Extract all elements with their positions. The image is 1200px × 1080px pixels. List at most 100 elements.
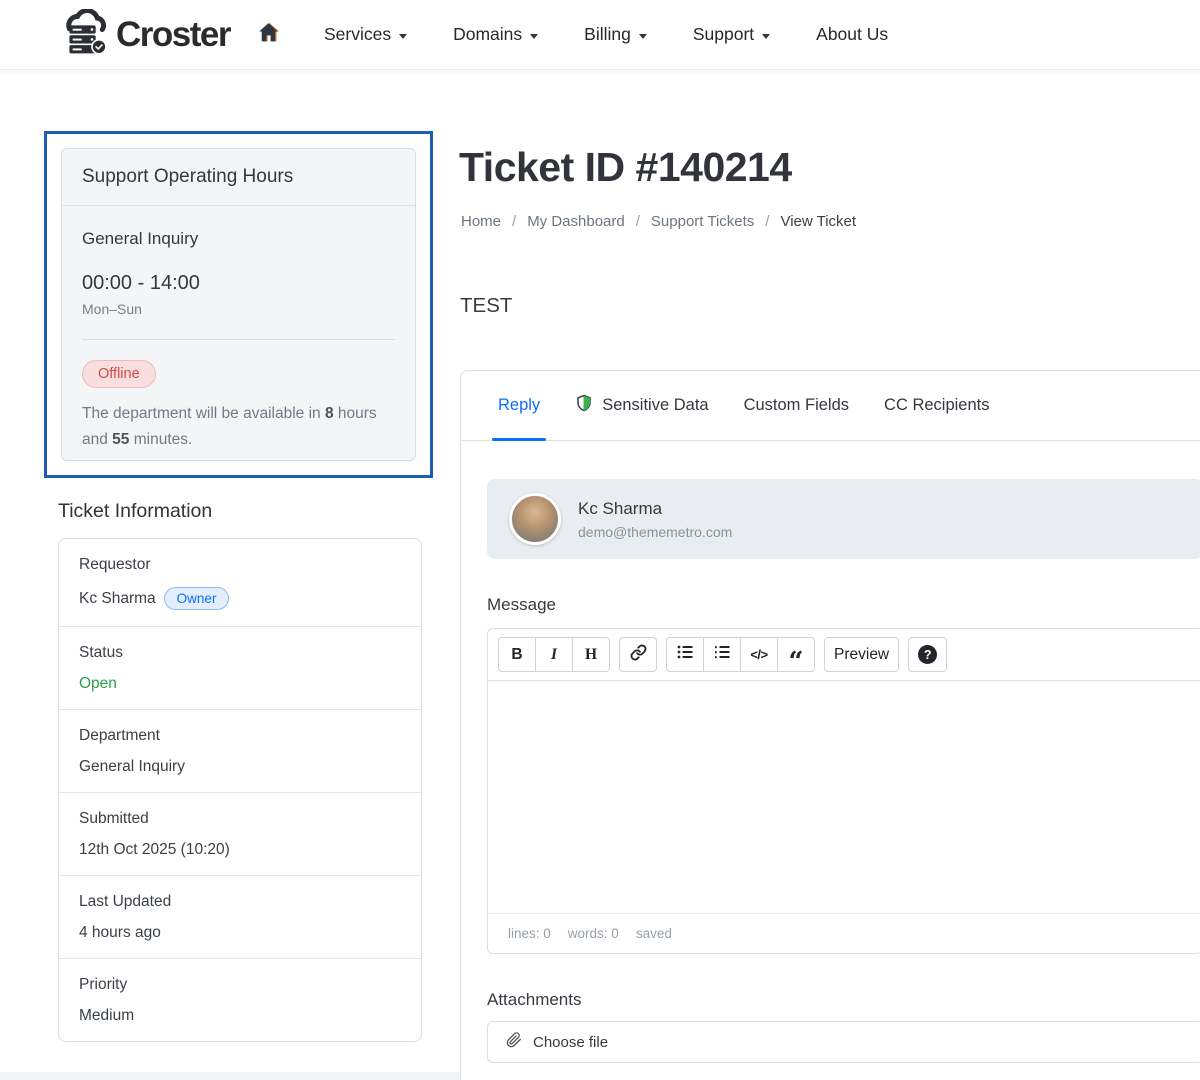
ticket-subject: TEST [460, 294, 512, 318]
nav-item-label: Domains [453, 24, 522, 45]
days-range: Mon–Sun [82, 301, 395, 317]
tab-sensitive-data[interactable]: Sensitive Data [565, 371, 718, 440]
chevron-down-icon [399, 34, 407, 39]
info-label: Status [79, 644, 401, 662]
nav-item-billing[interactable]: Billing [561, 24, 670, 45]
breadcrumb-separator: / [636, 213, 640, 230]
reply-tab-content: Kc Sharma demo@thememetro.com Message B … [461, 441, 1200, 1080]
ticket-reply-card: Reply Sensitive Data Custom Fields CC Re… [460, 370, 1200, 1080]
breadcrumb-support-tickets[interactable]: Support Tickets [651, 213, 754, 230]
info-value: Kc Sharma [79, 590, 156, 608]
info-value: General Inquiry [79, 758, 401, 776]
tab-label: Custom Fields [744, 396, 849, 415]
info-row-status: Status Open [59, 627, 421, 710]
brand-logo[interactable]: Croster [58, 9, 230, 60]
code-button[interactable]: </> [740, 637, 778, 672]
tab-label: Sensitive Data [602, 396, 708, 415]
tab-label: Reply [498, 396, 540, 415]
choose-file-button[interactable]: Choose file [487, 1021, 1200, 1063]
info-label: Requestor [79, 556, 401, 574]
info-label: Last Updated [79, 893, 401, 911]
breadcrumb-view-ticket: View Ticket [780, 213, 856, 230]
breadcrumb-separator: / [765, 213, 769, 230]
message-label: Message [487, 595, 1200, 615]
nav-item-label: Billing [584, 24, 631, 45]
author-email: demo@thememetro.com [578, 524, 732, 540]
help-button[interactable]: ? [908, 637, 947, 672]
availability-minutes: 55 [112, 431, 129, 448]
editor-toolbar: B I H [488, 629, 1200, 681]
heading-button[interactable]: H [572, 637, 610, 672]
nav-item-label: Support [693, 24, 754, 45]
tab-bar: Reply Sensitive Data Custom Fields CC Re… [461, 371, 1200, 441]
author-box: Kc Sharma demo@thememetro.com [487, 479, 1200, 559]
attachments-title: Attachments [487, 990, 1200, 1010]
availability-part: minutes. [129, 431, 192, 448]
chevron-down-icon [530, 34, 538, 39]
nav-item-about-us[interactable]: About Us [793, 24, 911, 45]
offline-status-badge: Offline [82, 360, 156, 388]
brand-name: Croster [116, 15, 230, 55]
link-button[interactable] [619, 637, 657, 672]
nav-item-services[interactable]: Services [301, 24, 430, 45]
ticket-information-title: Ticket Information [58, 500, 212, 523]
availability-part: The department will be available in [82, 405, 325, 422]
tab-custom-fields[interactable]: Custom Fields [734, 371, 859, 440]
ordered-list-icon [714, 644, 730, 665]
info-row-submitted: Submitted 12th Oct 2025 (10:20) [59, 793, 421, 876]
bold-button[interactable]: B [498, 637, 536, 672]
unordered-list-icon [677, 644, 693, 665]
support-hours-panel: Support Operating Hours General Inquiry … [61, 148, 416, 461]
message-editor-container: B I H [487, 628, 1200, 954]
link-icon [630, 644, 647, 666]
italic-button[interactable]: I [535, 637, 573, 672]
divider [82, 339, 395, 340]
author-name: Kc Sharma [578, 499, 732, 519]
chevron-down-icon [762, 34, 770, 39]
shield-icon [575, 393, 593, 418]
info-row-last-updated: Last Updated 4 hours ago [59, 876, 421, 959]
avatar [509, 493, 561, 545]
tab-reply[interactable]: Reply [488, 371, 550, 440]
choose-file-label: Choose file [533, 1034, 608, 1051]
breadcrumb: Home / My Dashboard / Support Tickets / … [461, 213, 856, 230]
nav-item-label: About Us [816, 24, 888, 45]
page: Croster Services Domains Billing [0, 0, 1200, 1080]
info-label: Submitted [79, 810, 401, 828]
nav-item-domains[interactable]: Domains [430, 24, 561, 45]
info-value: Medium [79, 1007, 401, 1025]
list-format-group: </> “ [666, 637, 815, 672]
help-group: ? [908, 637, 947, 672]
support-hours-title: Support Operating Hours [62, 149, 415, 206]
saved-indicator: saved [636, 926, 672, 941]
nav-menu: Services Domains Billing Support About U… [240, 21, 911, 49]
breadcrumb-home[interactable]: Home [461, 213, 501, 230]
chevron-down-icon [639, 34, 647, 39]
help-icon: ? [918, 645, 937, 664]
breadcrumb-separator: / [512, 213, 516, 230]
info-label: Department [79, 727, 401, 745]
hours-range: 00:00 - 14:00 [82, 272, 395, 295]
info-row-priority: Priority Medium [59, 959, 421, 1041]
info-row-requestor: Requestor Kc Sharma Owner [59, 539, 421, 627]
home-nav-button[interactable] [240, 21, 301, 49]
info-value: 12th Oct 2025 (10:20) [79, 841, 401, 859]
preview-group: Preview [824, 637, 899, 672]
message-editor[interactable] [488, 681, 1200, 913]
paperclip-icon [506, 1032, 522, 1052]
nav-item-label: Services [324, 24, 391, 45]
quote-button[interactable]: “ [777, 637, 815, 672]
preview-button[interactable]: Preview [824, 637, 899, 672]
nav-item-support[interactable]: Support [670, 24, 793, 45]
breadcrumb-my-dashboard[interactable]: My Dashboard [527, 213, 625, 230]
info-value-status: Open [79, 675, 401, 693]
availability-text: The department will be available in 8 ho… [82, 401, 395, 454]
tab-label: CC Recipients [884, 396, 989, 415]
support-hours-body: General Inquiry 00:00 - 14:00 Mon–Sun Of… [62, 206, 415, 461]
page-title: Ticket ID #140214 [459, 144, 792, 191]
author-identity: Kc Sharma demo@thememetro.com [578, 499, 732, 540]
unordered-list-button[interactable] [666, 637, 704, 672]
availability-hours: 8 [325, 405, 334, 422]
tab-cc-recipients[interactable]: CC Recipients [874, 371, 999, 440]
ordered-list-button[interactable] [703, 637, 741, 672]
